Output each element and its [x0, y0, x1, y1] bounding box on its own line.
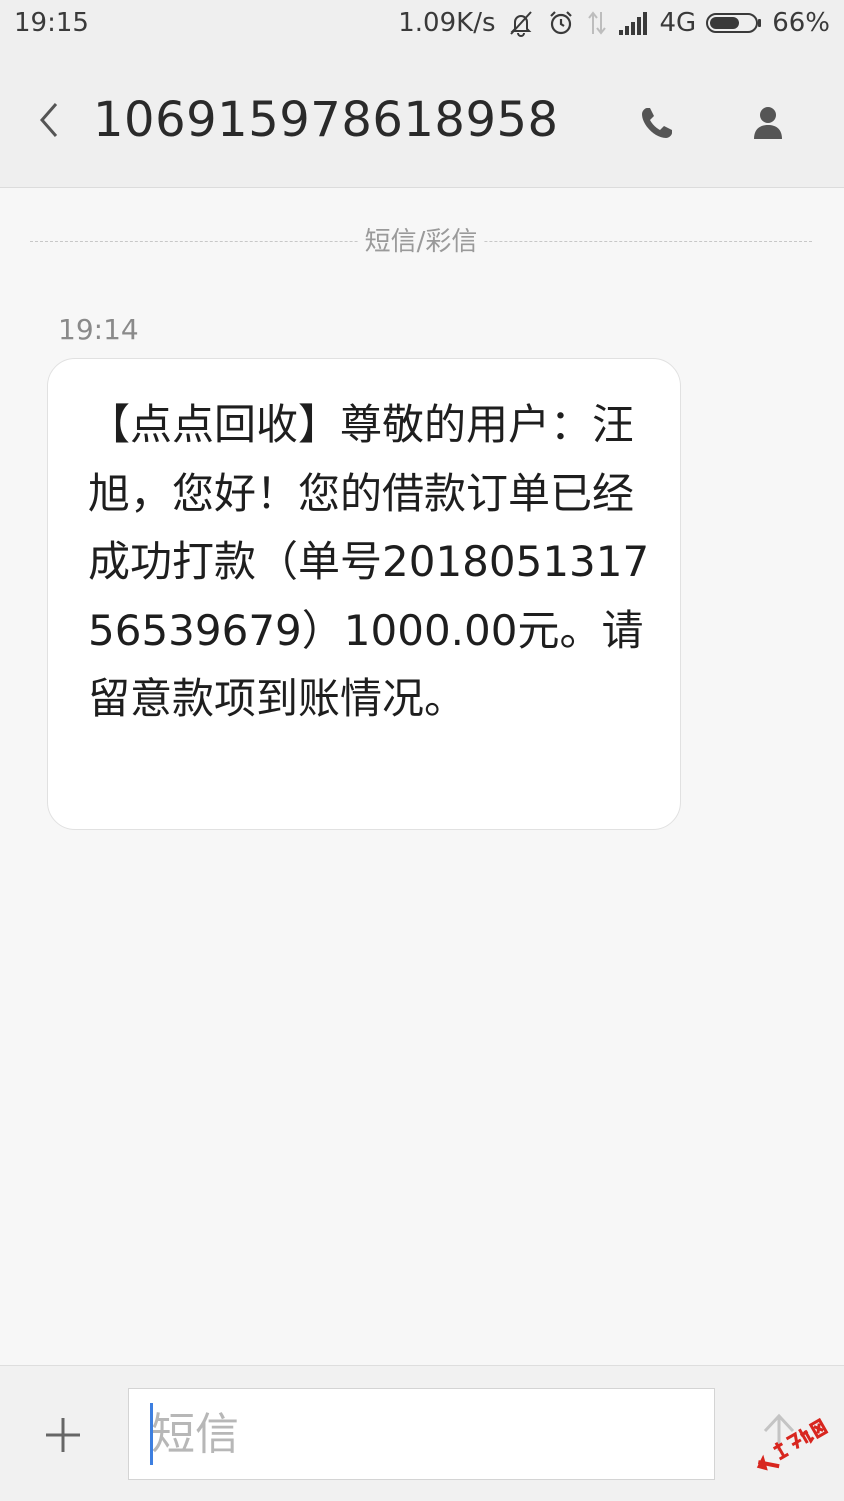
phone-icon [642, 108, 672, 138]
call-button[interactable] [632, 98, 682, 148]
person-icon [754, 107, 782, 139]
contact-number: 106915978618958 [93, 92, 559, 148]
divider-label: 短信/彩信 [358, 226, 484, 258]
alarm-icon [546, 8, 576, 38]
data-arrows-icon [586, 8, 608, 38]
battery-percent: 66% [772, 8, 830, 38]
conversation-header: 106915978618958 [0, 50, 844, 188]
mute-vibrate-icon [506, 8, 536, 38]
battery-icon [706, 10, 762, 36]
plus-icon [46, 1418, 80, 1452]
status-indicators: 1.09K/s 4G 66% [398, 8, 830, 38]
compose-bar [0, 1365, 844, 1501]
signal-icon [618, 10, 650, 36]
status-time: 19:15 [14, 8, 89, 38]
watermark-logo [756, 1417, 829, 1471]
message-input[interactable] [128, 1388, 715, 1480]
status-bar: 19:15 1.09K/s 4G 66% [0, 0, 844, 50]
network-speed: 1.09K/s [398, 8, 496, 38]
sms-mms-divider: 短信/彩信 [30, 226, 812, 258]
text-cursor [150, 1403, 153, 1465]
message-text: 【点点回收】尊敬的用户：汪旭，您好！您的借款订单已经成功打款（单号2018051… [88, 400, 650, 723]
back-chevron-icon [40, 103, 58, 137]
message-timestamp: 19:14 [58, 313, 139, 346]
add-attachment-button[interactable] [38, 1410, 88, 1460]
network-type: 4G [659, 8, 697, 38]
back-button[interactable] [28, 90, 68, 150]
message-bubble[interactable]: 【点点回收】尊敬的用户：汪旭，您好！您的借款订单已经成功打款（单号2018051… [47, 358, 681, 830]
contact-info-button[interactable] [742, 98, 794, 148]
